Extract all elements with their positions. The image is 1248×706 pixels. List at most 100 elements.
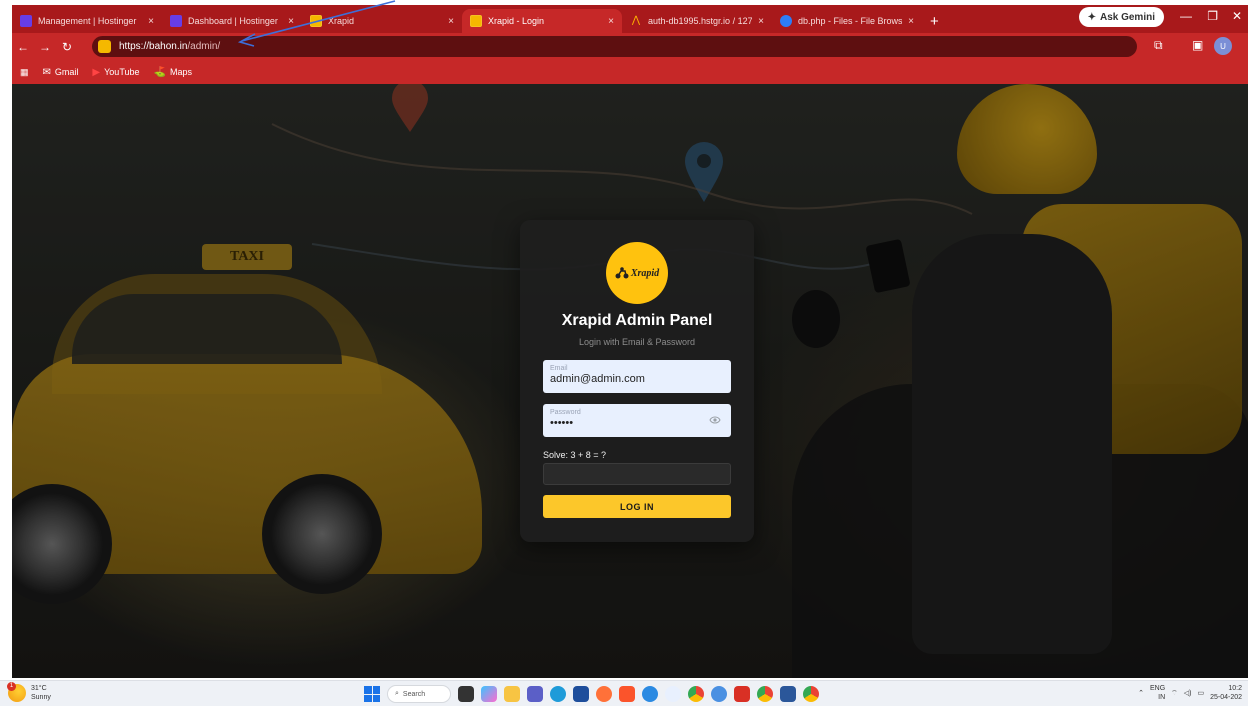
bookmark-label: Maps: [169, 67, 192, 77]
clock-time: 10:2: [1228, 685, 1242, 692]
lang-top: ENG: [1149, 685, 1166, 692]
battery-icon[interactable]: ▭: [1197, 689, 1204, 697]
email-field[interactable]: Email admin@admin.com: [543, 360, 731, 393]
tab-management-hostinger[interactable]: Management | Hostinger ×: [12, 9, 162, 33]
chrome-profile-icon[interactable]: [711, 686, 727, 702]
lang-bottom: IN: [1158, 694, 1166, 701]
login-card: Xrapid Xrapid Admin Panel Login with Ema…: [520, 220, 754, 542]
url-host: https://bahon.in: [119, 41, 188, 52]
address-toolbar: ← → ↻ https://bahon.in /admin/ ⧉ ▣ U: [12, 33, 1248, 60]
minimize-icon[interactable]: —: [1180, 9, 1192, 23]
ask-gemini-button[interactable]: ✦ Ask Gemini: [1078, 7, 1164, 27]
clock-date: 25-04-202: [1210, 694, 1242, 701]
address-bar[interactable]: https://bahon.in /admin/: [92, 36, 1137, 57]
edge-icon[interactable]: [550, 686, 566, 702]
scooter-logo-icon: [615, 267, 629, 279]
files-icon: [780, 15, 792, 27]
sun-icon: 1: [7, 682, 26, 702]
gmail-icon: ✉: [42, 66, 51, 78]
eye-icon[interactable]: [709, 415, 721, 425]
chrome-icon[interactable]: [803, 686, 819, 702]
language-indicator[interactable]: ENG IN: [1150, 684, 1165, 702]
tab-file-browser[interactable]: db.php - Files - File Browser ×: [772, 9, 922, 33]
back-icon[interactable]: ←: [12, 40, 34, 54]
chrome-blue-icon[interactable]: [642, 686, 658, 702]
chrome-icon[interactable]: [757, 686, 773, 702]
wifi-icon[interactable]: ⌔: [1171, 689, 1178, 698]
reload-icon[interactable]: ↻: [56, 40, 78, 54]
restore-icon[interactable]: ❐: [1207, 9, 1218, 23]
bookmark-maps[interactable]: ⛳ Maps: [154, 67, 192, 78]
tab-xrapid[interactable]: Xrapid ×: [302, 9, 462, 33]
site-info-icon[interactable]: [98, 40, 111, 53]
bookmark-label: Gmail: [54, 67, 79, 77]
url-path: /admin/: [187, 41, 221, 52]
password-field[interactable]: Password ••••••: [543, 404, 731, 437]
tab-title: Xrapid - Login: [488, 16, 545, 26]
hostinger-icon: [170, 15, 182, 27]
bookmark-gmail[interactable]: ✉ Gmail: [43, 67, 79, 78]
tab-title: Xrapid: [328, 16, 355, 26]
captcha-input[interactable]: [543, 463, 731, 485]
email-value[interactable]: admin@admin.com: [550, 373, 724, 385]
search-label: Search: [402, 690, 426, 698]
clock[interactable]: 10:2 25-04-202: [1210, 684, 1242, 702]
chrome-red-icon[interactable]: [734, 686, 750, 702]
youtube-icon: ▶: [92, 66, 101, 78]
apps-grid-icon[interactable]: ▦: [20, 67, 29, 78]
task-view-icon[interactable]: [458, 686, 474, 702]
close-icon[interactable]: ×: [148, 16, 154, 27]
tab-title: db.php - Files - File Browser: [798, 16, 903, 26]
page-subtitle: Login with Email & Password: [578, 337, 696, 347]
profile-avatar[interactable]: U: [1214, 37, 1232, 55]
window-close-icon[interactable]: ✕: [1232, 9, 1242, 23]
new-tab-button[interactable]: +: [922, 9, 947, 33]
file-explorer-icon[interactable]: [504, 686, 520, 702]
weather-temp: 31°C: [31, 685, 47, 692]
screen: Management | Hostinger × Dashboard | Hos…: [0, 0, 1248, 706]
extensions-icon[interactable]: ⧉: [1154, 38, 1163, 53]
hostinger-icon: [20, 15, 32, 27]
word-icon[interactable]: [780, 686, 796, 702]
bookmark-label: YouTube: [104, 67, 140, 77]
tab-strip: Management | Hostinger × Dashboard | Hos…: [12, 5, 1248, 33]
taskbar-search[interactable]: ⌕ Search: [387, 685, 451, 703]
bookmarks-bar: ▦ ✉ Gmail ▶ YouTube ⛳ Maps: [12, 60, 1248, 84]
close-icon[interactable]: ×: [608, 16, 614, 27]
windows-start-icon[interactable]: [364, 686, 380, 702]
app-star-icon[interactable]: [665, 686, 681, 702]
forward-icon[interactable]: →: [34, 40, 56, 54]
firefox-icon[interactable]: [596, 686, 612, 702]
gemini-icon: ✦: [1087, 11, 1096, 23]
tab-title: Dashboard | Hostinger: [188, 16, 278, 26]
password-value[interactable]: ••••••: [550, 417, 724, 429]
volume-icon[interactable]: ◁): [1184, 689, 1192, 697]
close-icon[interactable]: ×: [758, 16, 764, 27]
close-icon[interactable]: ×: [448, 16, 454, 27]
xrapid-logo: Xrapid: [606, 242, 668, 304]
email-label: Email: [550, 365, 568, 372]
widgets-icon[interactable]: [481, 686, 497, 702]
close-icon[interactable]: ×: [288, 16, 294, 27]
ask-gemini-label: Ask Gemini: [1099, 11, 1155, 23]
logo-text: Xrapid: [630, 267, 660, 279]
bookmark-youtube[interactable]: ▶ YouTube: [92, 67, 139, 78]
side-panel-icon[interactable]: ▣: [1192, 38, 1203, 52]
xrapid-icon: [310, 15, 322, 27]
close-icon[interactable]: ×: [908, 16, 914, 27]
login-button[interactable]: LOG IN: [543, 495, 731, 518]
maps-icon: ⛳: [153, 66, 166, 78]
chrome-icon[interactable]: [688, 686, 704, 702]
page-title: Xrapid Admin Panel: [561, 312, 713, 329]
tab-title: Management | Hostinger: [38, 16, 137, 26]
tab-xrapid-login[interactable]: Xrapid - Login ×: [462, 9, 622, 33]
page-viewport: TAXI Xrapid Xrapid Admin Panel Login wit…: [12, 84, 1248, 678]
notification-badge: 1: [7, 682, 16, 691]
tab-dashboard-hostinger[interactable]: Dashboard | Hostinger ×: [162, 9, 302, 33]
weather-widget[interactable]: 1 31°C Sunny: [7, 682, 51, 702]
store-icon[interactable]: [573, 686, 589, 702]
tab-phpmyadmin[interactable]: ⋀ auth-db1995.hstgr.io / 127.0.0. ×: [622, 9, 772, 33]
teams-icon[interactable]: [527, 686, 543, 702]
chevron-up-icon[interactable]: ⌃: [1138, 689, 1144, 697]
brave-icon[interactable]: [619, 686, 635, 702]
